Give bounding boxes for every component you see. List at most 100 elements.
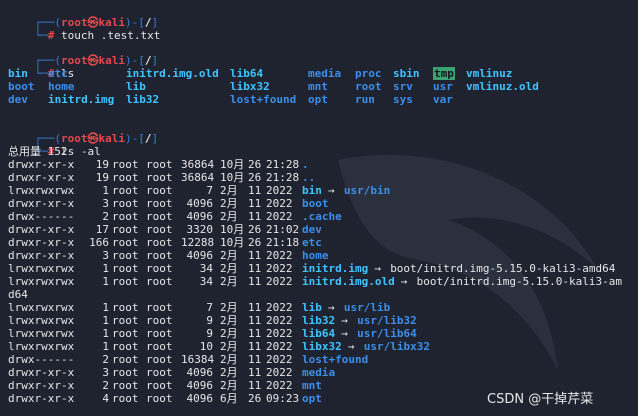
- links-field: 3: [102, 366, 109, 379]
- ls-entry: sbin: [393, 67, 420, 80]
- day-field: 11: [248, 379, 262, 392]
- file-name: ..: [302, 171, 316, 184]
- file-name: bin: [302, 184, 322, 197]
- day-field: 11: [248, 275, 262, 288]
- links-field: 3: [102, 197, 109, 210]
- time-field: 2022: [266, 184, 293, 197]
- prompt-mid: )-[: [125, 54, 145, 67]
- month-field: 2月: [220, 379, 238, 392]
- group-field: root: [146, 210, 173, 223]
- link-arrow: →: [347, 340, 355, 353]
- size-field: 3320: [186, 223, 214, 236]
- user-field: root: [112, 171, 139, 184]
- size-field: 9: [206, 314, 213, 327]
- link-target: usr/bin: [343, 184, 391, 197]
- file-name: lib: [302, 301, 322, 314]
- prompt-host: kali: [98, 54, 126, 67]
- user-field: root: [112, 249, 139, 262]
- user-field: root: [112, 314, 139, 327]
- ls-entry: home: [48, 80, 75, 93]
- time-field: 2022: [266, 340, 293, 353]
- perm-field: lrwxrwxrwx: [8, 340, 75, 353]
- group-field: root: [146, 353, 173, 366]
- prompt-host: kali: [98, 132, 126, 145]
- month-field: 2月: [220, 262, 238, 275]
- size-field: 7: [206, 184, 213, 197]
- day-field: 11: [248, 210, 262, 223]
- user-field: root: [112, 327, 139, 340]
- month-field: 2月: [220, 301, 238, 314]
- links-field: 1: [102, 314, 109, 327]
- day-field: 11: [248, 249, 262, 262]
- perm-field: drwxr-xr-x: [8, 236, 75, 249]
- link-arrow: →: [341, 327, 348, 340]
- file-name: media: [302, 366, 336, 379]
- links-field: 1: [102, 262, 109, 275]
- day-field: 11: [248, 262, 262, 275]
- user-field: root: [112, 392, 139, 405]
- file-name: initrd.img: [302, 262, 369, 275]
- group-field: root: [146, 249, 173, 262]
- perm-field: drwxr-xr-x: [8, 223, 75, 236]
- file-name: dev: [302, 223, 322, 236]
- ls-entry: dev: [8, 93, 28, 106]
- file-name: home: [302, 249, 329, 262]
- ls-entry: lib: [126, 80, 146, 93]
- wrapped-line-tail: d64: [8, 288, 28, 301]
- month-field: 10月: [220, 236, 245, 249]
- command-line-3: └─# ls -al: [8, 132, 101, 158]
- link-target: boot/initrd.img-5.15.0-kali3-am: [416, 275, 622, 288]
- group-field: root: [146, 223, 173, 236]
- file-name: initrd.img.old: [302, 275, 395, 288]
- links-field: 1: [102, 327, 109, 340]
- user-field: root: [112, 340, 139, 353]
- terminal-window[interactable]: ┌──(root㉿kali)-[/] └─# touch .test.txt ┌…: [0, 0, 638, 416]
- link-arrow: →: [327, 184, 335, 197]
- size-field: 16384: [181, 353, 215, 366]
- links-field: 1: [102, 275, 109, 288]
- perm-field: lrwxrwxrwx: [8, 275, 75, 288]
- user-field: root: [112, 366, 139, 379]
- day-field: 11: [248, 197, 262, 210]
- prompt-mid: )-[: [125, 132, 145, 145]
- user-field: root: [112, 262, 139, 275]
- link-target: usr/lib32: [357, 314, 417, 327]
- user-field: root: [112, 158, 139, 171]
- ls-entry: initrd.img: [48, 93, 115, 106]
- user-field: root: [112, 223, 139, 236]
- month-field: 2月: [220, 340, 238, 353]
- file-name: lib32: [302, 314, 336, 327]
- day-field: 26: [248, 236, 262, 249]
- links-field: 2: [102, 379, 109, 392]
- prompt-at: ㉿: [87, 54, 99, 67]
- file-name: .cache: [302, 210, 342, 223]
- ls-entry: etc: [48, 67, 68, 80]
- prompt-end: ]: [151, 132, 159, 145]
- user-field: root: [112, 275, 139, 288]
- time-field: 2022: [266, 197, 293, 210]
- month-field: 6月: [220, 392, 238, 405]
- link-arrow: →: [341, 314, 348, 327]
- group-field: root: [146, 158, 173, 171]
- ls-entry: vmlinuz.old: [466, 80, 539, 93]
- command-line-1: └─# touch .test.txt: [8, 16, 161, 42]
- time-field: 21:02: [266, 223, 300, 236]
- day-field: 11: [248, 184, 262, 197]
- day-field: 26: [248, 392, 262, 405]
- day-field: 26: [248, 158, 262, 171]
- group-field: root: [146, 262, 173, 275]
- ls-entry: opt: [308, 93, 328, 106]
- perm-field: lrwxrwxrwx: [8, 301, 75, 314]
- prompt-path: /: [144, 54, 152, 67]
- size-field: 9: [206, 327, 213, 340]
- prompt-line-1: ┌──(root㉿kali)-[/]: [8, 3, 159, 29]
- user-field: root: [112, 197, 139, 210]
- time-field: 2022: [266, 314, 293, 327]
- link-arrow: →: [400, 275, 408, 288]
- size-field: 4096: [186, 366, 214, 379]
- day-field: 11: [248, 366, 262, 379]
- ls-entry: lib32: [126, 93, 160, 106]
- size-field: 4096: [186, 392, 214, 405]
- time-field: 21:18: [266, 236, 300, 249]
- ls-entry: bin: [8, 67, 28, 80]
